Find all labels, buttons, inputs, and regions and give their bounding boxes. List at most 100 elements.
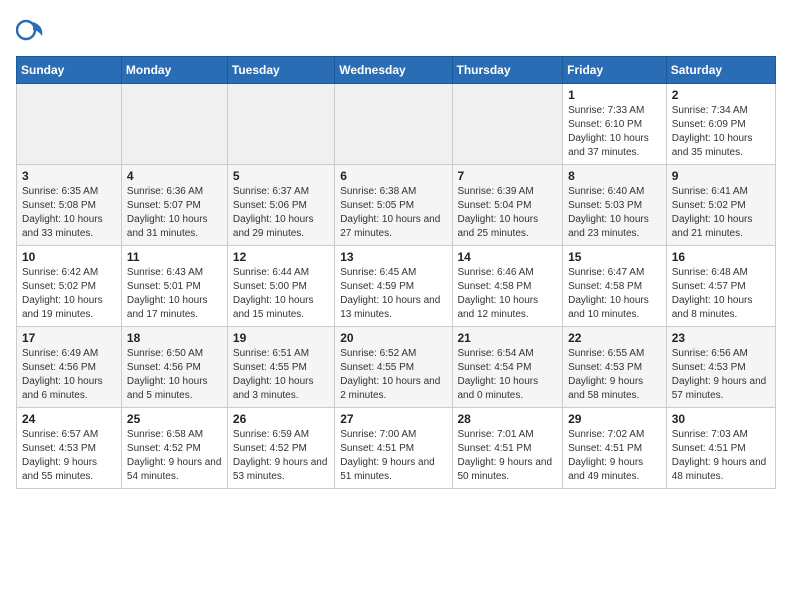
calendar-week-row: 3Sunrise: 6:35 AM Sunset: 5:08 PM Daylig… [17,165,776,246]
day-of-week-header: Thursday [452,57,563,84]
day-number: 29 [568,412,661,426]
calendar-cell [17,84,122,165]
day-info: Sunrise: 6:44 AM Sunset: 5:00 PM Dayligh… [233,266,329,322]
calendar-cell: 7Sunrise: 6:39 AM Sunset: 5:04 PM Daylig… [452,165,563,246]
calendar-cell: 22 Sunrise: 6:55 AM Sunset: 4:53 PM Dayli… [563,327,667,408]
day-info: Sunrise: 7:33 AM Sunset: 6:10 PM Dayligh… [568,104,661,160]
day-number: 16 [672,250,770,264]
day-number: 8 [568,169,661,183]
day-number: 15 [568,250,661,264]
page-header [16,16,776,44]
day-info: Sunrise: 6:57 AM Sunset: 4:53 PM Dayligh… [22,428,116,484]
calendar-cell: 21Sunrise: 6:54 AM Sunset: 4:54 PM Dayli… [452,327,563,408]
day-of-week-header: Monday [121,57,227,84]
calendar-cell: 27 Sunrise: 7:00 AM Sunset: 4:51 PM Dayli… [335,408,452,489]
day-info: Sunrise: 7:01 AM Sunset: 4:51 PM Dayligh… [458,428,558,484]
day-info: Sunrise: 6:46 AM Sunset: 4:58 PM Dayligh… [458,266,558,322]
day-info: Sunrise: 6:48 AM Sunset: 4:57 PM Dayligh… [672,266,770,322]
calendar-cell: 16 Sunrise: 6:48 AM Sunset: 4:57 PM Dayli… [666,246,775,327]
calendar-week-row: 17 Sunrise: 6:49 AM Sunset: 4:56 PM Dayli… [17,327,776,408]
day-info: Sunrise: 7:00 AM Sunset: 4:51 PM Dayligh… [340,428,446,484]
day-number: 26 [233,412,329,426]
calendar-table: SundayMondayTuesdayWednesdayThursdayFrid… [16,56,776,489]
day-number: 22 [568,331,661,345]
day-number: 12 [233,250,329,264]
calendar-cell: 20Sunrise: 6:52 AM Sunset: 4:55 PM Dayli… [335,327,452,408]
day-of-week-header: Tuesday [227,57,334,84]
calendar-cell: 6 Sunrise: 6:38 AM Sunset: 5:05 PM Daylig… [335,165,452,246]
calendar-cell: 29 Sunrise: 7:02 AM Sunset: 4:51 PM Dayli… [563,408,667,489]
day-info: Sunrise: 7:03 AM Sunset: 4:51 PM Dayligh… [672,428,770,484]
calendar-cell: 17 Sunrise: 6:49 AM Sunset: 4:56 PM Dayli… [17,327,122,408]
day-info: Sunrise: 6:36 AM Sunset: 5:07 PM Dayligh… [127,185,222,241]
calendar-cell: 18 Sunrise: 6:50 AM Sunset: 4:56 PM Dayli… [121,327,227,408]
day-number: 9 [672,169,770,183]
day-info: Sunrise: 6:56 AM Sunset: 4:53 PM Dayligh… [672,347,770,403]
day-of-week-header: Saturday [666,57,775,84]
day-info: Sunrise: 6:35 AM Sunset: 5:08 PM Dayligh… [22,185,116,241]
calendar-cell: 26 Sunrise: 6:59 AM Sunset: 4:52 PM Dayli… [227,408,334,489]
calendar-cell: 5 Sunrise: 6:37 AM Sunset: 5:06 PM Daylig… [227,165,334,246]
calendar-cell: 24 Sunrise: 6:57 AM Sunset: 4:53 PM Dayli… [17,408,122,489]
day-info: Sunrise: 6:43 AM Sunset: 5:01 PM Dayligh… [127,266,222,322]
day-number: 13 [340,250,446,264]
calendar-cell: 2 Sunrise: 7:34 AM Sunset: 6:09 PM Daylig… [666,84,775,165]
calendar-cell: 8 Sunrise: 6:40 AM Sunset: 5:03 PM Daylig… [563,165,667,246]
calendar-cell: 11 Sunrise: 6:43 AM Sunset: 5:01 PM Dayli… [121,246,227,327]
day-number: 28 [458,412,558,426]
day-number: 2 [672,88,770,102]
day-info: Sunrise: 6:38 AM Sunset: 5:05 PM Dayligh… [340,185,446,241]
logo [16,16,48,44]
day-of-week-header: Sunday [17,57,122,84]
logo-icon [16,16,44,44]
day-info: Sunrise: 6:55 AM Sunset: 4:53 PM Dayligh… [568,347,661,403]
day-info: Sunrise: 6:58 AM Sunset: 4:52 PM Dayligh… [127,428,222,484]
day-of-week-header: Wednesday [335,57,452,84]
calendar-header-row: SundayMondayTuesdayWednesdayThursdayFrid… [17,57,776,84]
calendar-cell: 9 Sunrise: 6:41 AM Sunset: 5:02 PM Daylig… [666,165,775,246]
day-number: 27 [340,412,446,426]
calendar-cell: 25 Sunrise: 6:58 AM Sunset: 4:52 PM Dayli… [121,408,227,489]
day-info: Sunrise: 6:40 AM Sunset: 5:03 PM Dayligh… [568,185,661,241]
calendar-cell: 15 Sunrise: 6:47 AM Sunset: 4:58 PM Dayli… [563,246,667,327]
day-number: 7 [458,169,558,183]
calendar-week-row: 1Sunrise: 7:33 AM Sunset: 6:10 PM Daylig… [17,84,776,165]
day-number: 24 [22,412,116,426]
day-number: 5 [233,169,329,183]
day-number: 19 [233,331,329,345]
calendar-cell: 19Sunrise: 6:51 AM Sunset: 4:55 PM Dayli… [227,327,334,408]
calendar-cell: 12 Sunrise: 6:44 AM Sunset: 5:00 PM Dayli… [227,246,334,327]
day-info: Sunrise: 6:47 AM Sunset: 4:58 PM Dayligh… [568,266,661,322]
day-number: 30 [672,412,770,426]
day-number: 11 [127,250,222,264]
day-info: Sunrise: 6:42 AM Sunset: 5:02 PM Dayligh… [22,266,116,322]
calendar-cell: 10 Sunrise: 6:42 AM Sunset: 5:02 PM Dayli… [17,246,122,327]
day-of-week-header: Friday [563,57,667,84]
day-number: 21 [458,331,558,345]
calendar-cell: 30 Sunrise: 7:03 AM Sunset: 4:51 PM Dayli… [666,408,775,489]
calendar-cell: 28 Sunrise: 7:01 AM Sunset: 4:51 PM Dayli… [452,408,563,489]
calendar-cell: 23Sunrise: 6:56 AM Sunset: 4:53 PM Dayli… [666,327,775,408]
day-number: 14 [458,250,558,264]
day-info: Sunrise: 7:02 AM Sunset: 4:51 PM Dayligh… [568,428,661,484]
day-number: 25 [127,412,222,426]
day-info: Sunrise: 6:59 AM Sunset: 4:52 PM Dayligh… [233,428,329,484]
calendar-cell: 14 Sunrise: 6:46 AM Sunset: 4:58 PM Dayli… [452,246,563,327]
day-number: 6 [340,169,446,183]
day-number: 17 [22,331,116,345]
calendar-cell [227,84,334,165]
day-info: Sunrise: 6:41 AM Sunset: 5:02 PM Dayligh… [672,185,770,241]
calendar-cell [335,84,452,165]
calendar-cell: 4 Sunrise: 6:36 AM Sunset: 5:07 PM Daylig… [121,165,227,246]
day-info: Sunrise: 6:50 AM Sunset: 4:56 PM Dayligh… [127,347,222,403]
day-info: Sunrise: 6:37 AM Sunset: 5:06 PM Dayligh… [233,185,329,241]
day-number: 18 [127,331,222,345]
day-number: 4 [127,169,222,183]
calendar-cell [121,84,227,165]
day-info: Sunrise: 7:34 AM Sunset: 6:09 PM Dayligh… [672,104,770,160]
day-info: Sunrise: 6:49 AM Sunset: 4:56 PM Dayligh… [22,347,116,403]
calendar-cell: 1Sunrise: 7:33 AM Sunset: 6:10 PM Daylig… [563,84,667,165]
day-number: 10 [22,250,116,264]
day-number: 20 [340,331,446,345]
calendar-cell: 13Sunrise: 6:45 AM Sunset: 4:59 PM Dayli… [335,246,452,327]
